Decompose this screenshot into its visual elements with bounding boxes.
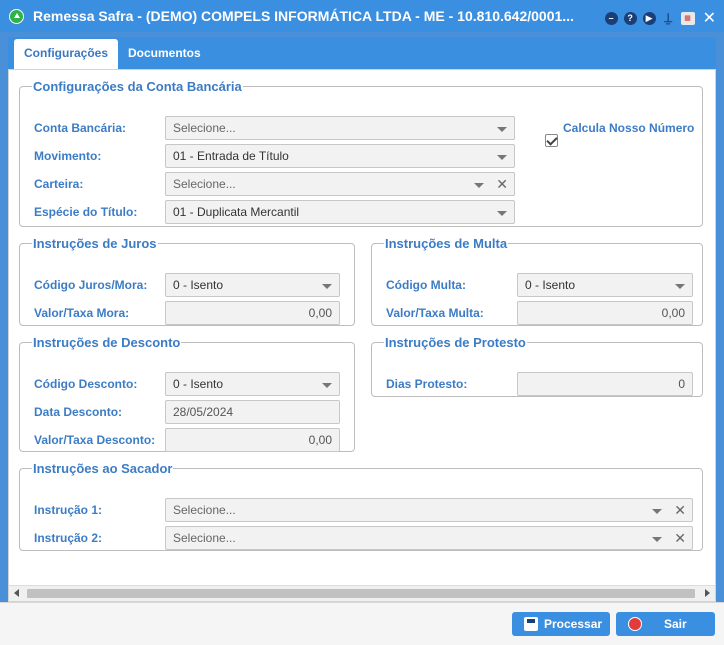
stamp-icon[interactable]: ⍊	[662, 10, 675, 25]
conta-bancaria-select[interactable]: Selecione...	[165, 116, 515, 140]
app-icon	[9, 9, 24, 24]
chevron-down-icon[interactable]	[675, 284, 685, 289]
exit-icon	[628, 617, 642, 631]
minimize-icon[interactable]: –	[604, 11, 618, 25]
clear-icon[interactable]: ✕	[674, 527, 686, 549]
scrollbar-thumb[interactable]	[27, 589, 695, 598]
instrucao-2-label: Instrução 2:	[34, 531, 103, 545]
movimento-select[interactable]: 01 - Entrada de Título	[165, 144, 515, 168]
save-icon	[524, 617, 538, 631]
calcula-nosso-numero-checkbox[interactable]	[545, 134, 558, 147]
chevron-down-icon[interactable]	[497, 127, 507, 132]
valor-taxa-desconto-label: Valor/Taxa Desconto:	[34, 433, 156, 447]
valor-taxa-desconto-input[interactable]: 0,00	[165, 428, 340, 452]
scroll-left-icon[interactable]	[14, 589, 19, 597]
calcula-nosso-numero-label[interactable]: Calcula Nosso Número	[563, 121, 694, 135]
carteira-value: Selecione...	[173, 177, 236, 191]
chevron-down-icon[interactable]	[322, 383, 332, 388]
conta-bancaria-legend: Configurações da Conta Bancária	[33, 79, 242, 94]
window-titlebar: Remessa Safra - (DEMO) COMPELS INFORMÁTI…	[0, 0, 724, 32]
dias-protesto-label: Dias Protesto:	[386, 377, 468, 391]
footer-bar: Processar Sair	[0, 602, 724, 645]
juros-group: Instruções de Juros Código Juros/Mora: 0…	[19, 236, 355, 326]
scroll-right-icon[interactable]	[705, 589, 710, 597]
sair-label: Sair	[664, 617, 687, 631]
valor-taxa-mora-label: Valor/Taxa Mora:	[34, 306, 130, 320]
movimento-value: 01 - Entrada de Título	[173, 149, 289, 163]
protesto-legend: Instruções de Protesto	[385, 335, 526, 350]
clear-icon[interactable]: ✕	[496, 173, 508, 195]
carteira-label: Carteira:	[34, 177, 84, 191]
codigo-multa-select[interactable]: 0 - Isento	[517, 273, 693, 297]
instrucao-2-value: Selecione...	[173, 531, 236, 545]
horizontal-scrollbar[interactable]	[9, 585, 715, 601]
instrucao-1-value: Selecione...	[173, 503, 236, 517]
codigo-desconto-value: 0 - Isento	[173, 377, 224, 391]
codigo-desconto-label: Código Desconto:	[34, 377, 138, 391]
sacador-group: Instruções ao Sacador Instrução 1: Selec…	[19, 461, 703, 551]
conta-bancaria-value: Selecione...	[173, 121, 236, 135]
valor-taxa-mora-input[interactable]: 0,00	[165, 301, 340, 325]
dias-protesto-input[interactable]: 0	[517, 372, 693, 396]
help-icon[interactable]: ?	[623, 11, 637, 25]
chevron-down-icon[interactable]	[497, 155, 507, 160]
sacador-legend: Instruções ao Sacador	[33, 461, 173, 476]
protesto-group: Instruções de Protesto Dias Protesto: 0	[371, 335, 703, 397]
processar-label: Processar	[544, 617, 603, 631]
content-panel: Configurações da Conta Bancária Conta Ba…	[8, 69, 716, 602]
juros-legend: Instruções de Juros	[33, 236, 157, 251]
valor-taxa-multa-label: Valor/Taxa Multa:	[386, 306, 484, 320]
instrucao-1-label: Instrução 1:	[34, 503, 103, 517]
multa-legend: Instruções de Multa	[385, 236, 508, 251]
codigo-juros-value: 0 - Isento	[173, 278, 224, 292]
desconto-group: Instruções de Desconto Código Desconto: …	[19, 335, 355, 452]
conta-bancaria-group: Configurações da Conta Bancária Conta Ba…	[19, 79, 703, 227]
desconto-legend: Instruções de Desconto	[33, 335, 181, 350]
close-icon[interactable]: ✕	[703, 8, 716, 28]
instrucao-2-select[interactable]: Selecione... ✕	[165, 526, 693, 550]
conta-bancaria-label: Conta Bancária:	[34, 121, 127, 135]
chevron-down-icon[interactable]	[652, 509, 662, 514]
codigo-desconto-select[interactable]: 0 - Isento	[165, 372, 340, 396]
especie-titulo-value: 01 - Duplicata Mercantil	[173, 205, 300, 219]
chevron-down-icon[interactable]	[322, 284, 332, 289]
carteira-select[interactable]: Selecione... ✕	[165, 172, 515, 196]
calendar-icon[interactable]: ▦	[680, 11, 695, 25]
data-desconto-label: Data Desconto:	[34, 405, 123, 419]
window-title: Remessa Safra - (DEMO) COMPELS INFORMÁTI…	[33, 8, 574, 24]
tab-documentos[interactable]: Documentos	[118, 39, 211, 69]
processar-button[interactable]: Processar	[512, 612, 610, 636]
play-icon[interactable]: ▶	[642, 11, 656, 25]
codigo-juros-label: Código Juros/Mora:	[34, 278, 148, 292]
especie-titulo-label: Espécie do Título:	[34, 205, 138, 219]
codigo-multa-label: Código Multa:	[386, 278, 466, 292]
multa-group: Instruções de Multa Código Multa: 0 - Is…	[371, 236, 703, 326]
especie-titulo-select[interactable]: 01 - Duplicata Mercantil	[165, 200, 515, 224]
chevron-down-icon[interactable]	[474, 183, 484, 188]
sair-button[interactable]: Sair	[616, 612, 715, 636]
titlebar-tools: – ? ▶ ⍊ ▦ ✕	[604, 8, 716, 28]
data-desconto-input[interactable]: 28/05/2024	[165, 400, 340, 424]
codigo-juros-select[interactable]: 0 - Isento	[165, 273, 340, 297]
valor-taxa-multa-input[interactable]: 0,00	[517, 301, 693, 325]
instrucao-1-select[interactable]: Selecione... ✕	[165, 498, 693, 522]
clear-icon[interactable]: ✕	[674, 499, 686, 521]
codigo-multa-value: 0 - Isento	[525, 278, 576, 292]
chevron-down-icon[interactable]	[497, 211, 507, 216]
chevron-down-icon[interactable]	[652, 537, 662, 542]
tab-bar: Configurações Documentos	[8, 37, 716, 69]
tab-configuracoes[interactable]: Configurações	[14, 39, 119, 69]
movimento-label: Movimento:	[34, 149, 102, 163]
